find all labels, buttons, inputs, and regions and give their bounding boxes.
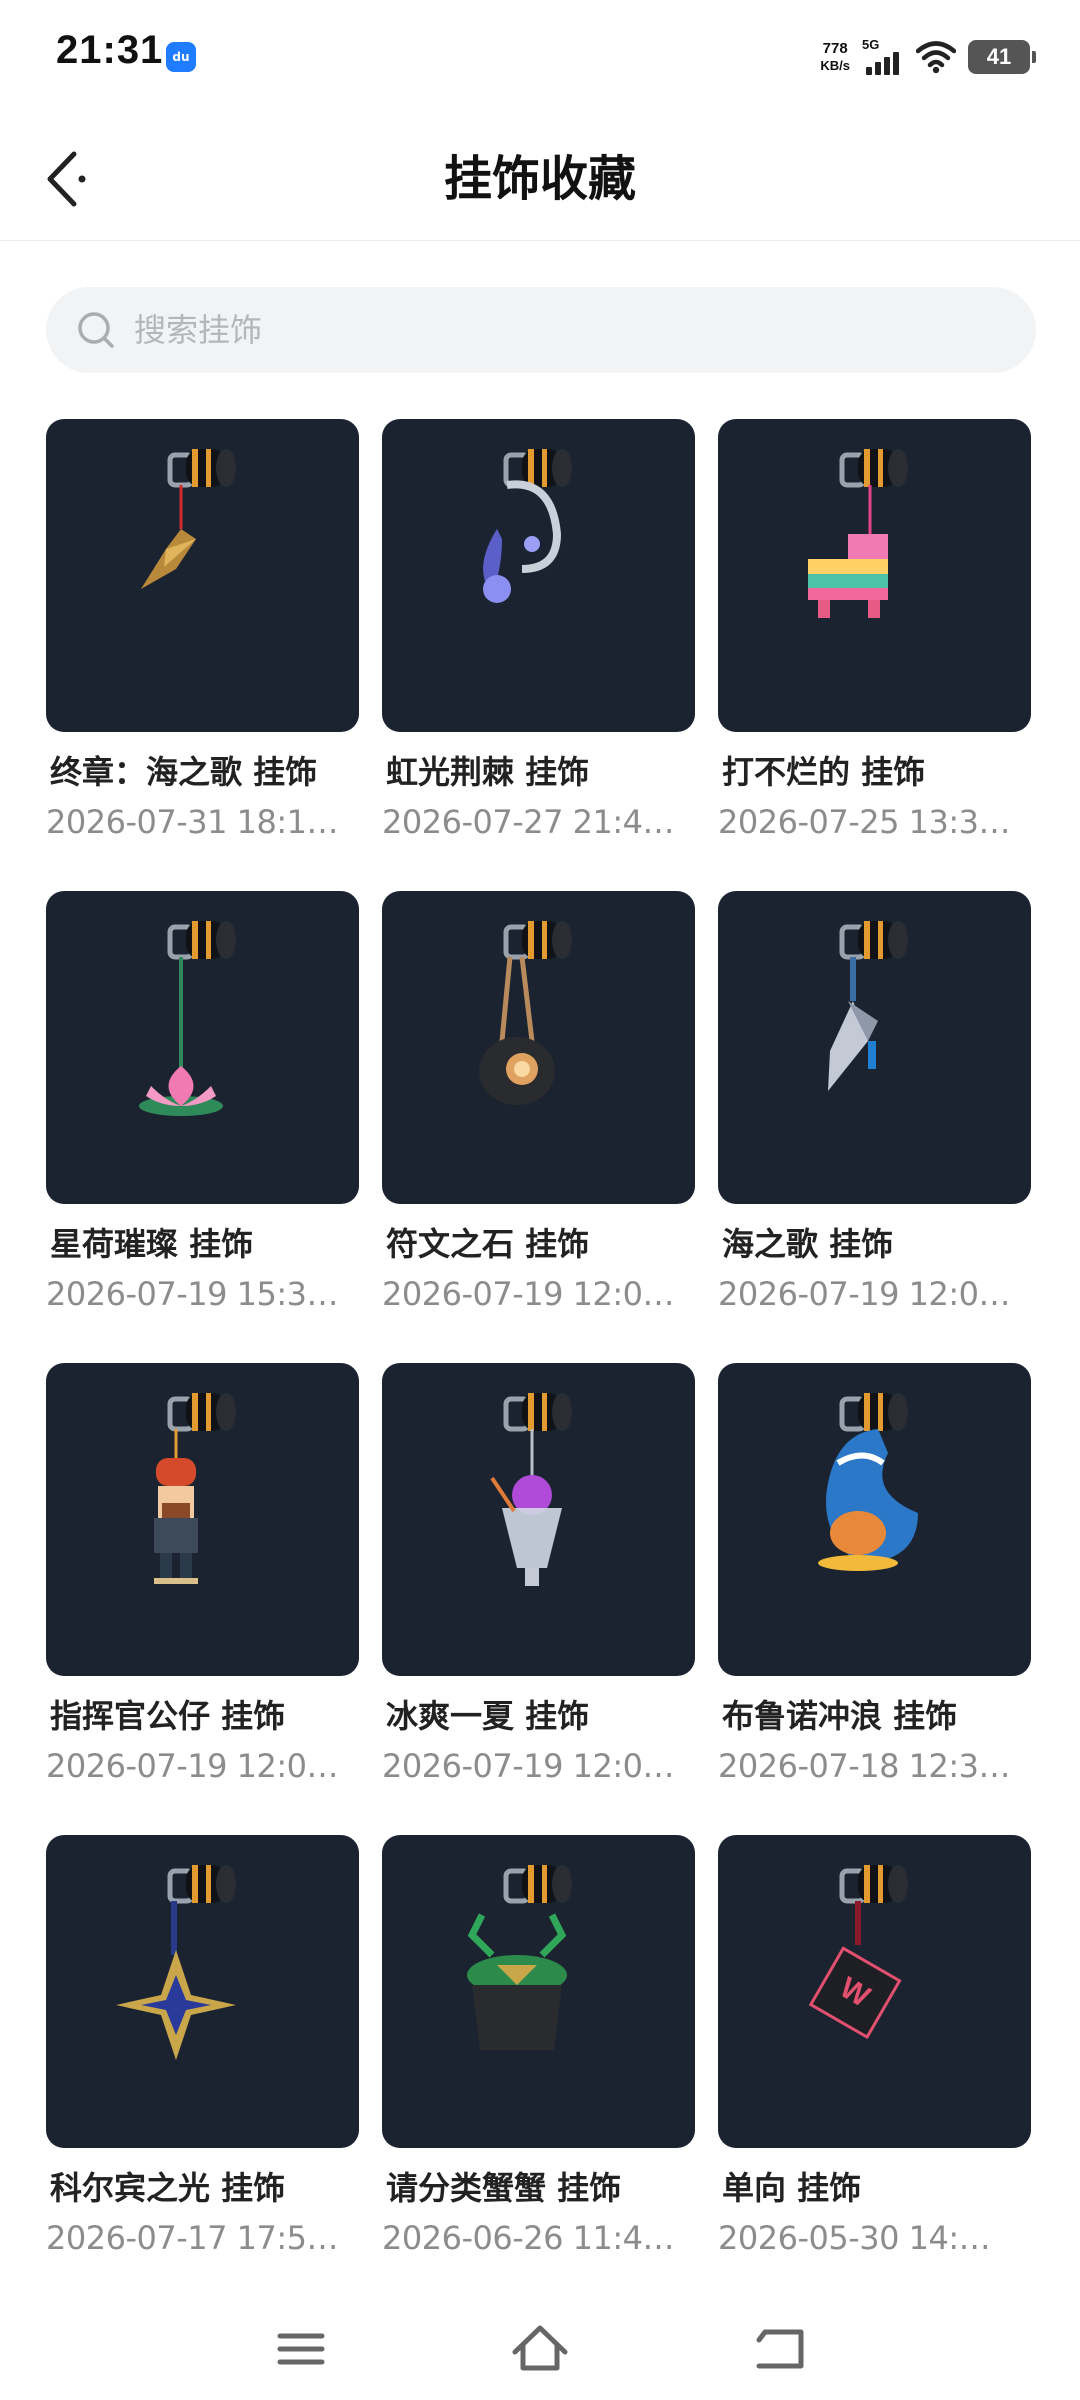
silver-thorn-charm-icon: [483, 449, 572, 603]
menu-icon: [277, 2333, 325, 2365]
charm-name: 请分类蟹蟹 挂饰: [386, 2169, 622, 2207]
charm-name: 终章：海之歌 挂饰: [50, 753, 318, 791]
charm-thumbnail[interactable]: [382, 891, 695, 1204]
charm-card[interactable]: 冰爽一夏 挂饰 2026-07-19 12:0…: [382, 1363, 695, 1835]
charm-thumbnail[interactable]: [46, 891, 359, 1204]
w-tag-charm-icon: W: [808, 1865, 908, 2040]
charm-card[interactable]: 请分类蟹蟹 挂饰 2026-06-26 11:4…: [382, 1835, 695, 2307]
charm-acquired-date: 2026-07-19 12:0…: [382, 1747, 675, 1785]
network-speed-unit: KB/s: [820, 58, 850, 73]
charm-card[interactable]: 打不烂的 挂饰 2026-07-25 13:3…: [718, 419, 1031, 891]
charm-card[interactable]: 虹光荆棘 挂饰 2026-07-27 21:4…: [382, 419, 695, 891]
golden-shell-charm-icon: [141, 449, 236, 589]
charm-card[interactable]: 终章：海之歌 挂饰 2026-07-31 18:1…: [46, 419, 359, 891]
home-icon: [512, 2325, 568, 2371]
nav-header: 挂饰收藏: [0, 120, 1080, 241]
charm-name: 海之歌 挂饰: [722, 1225, 894, 1263]
nutcracker-charm-icon: [154, 1393, 236, 1584]
charm-name: 冰爽一夏 挂饰: [386, 1697, 590, 1735]
back-nav-button[interactable]: [745, 2314, 815, 2384]
charm-acquired-date: 2026-07-19 12:0…: [382, 1275, 675, 1313]
charm-card[interactable]: 科尔宾之光 挂饰 2026-07-17 17:5…: [46, 1835, 359, 2307]
ice-cream-charm-icon: [490, 1393, 572, 1586]
search-icon: [78, 312, 114, 348]
network-speed-value: 778: [822, 40, 848, 57]
charm-thumbnail[interactable]: [46, 1835, 359, 2148]
charm-thumbnail[interactable]: [718, 891, 1031, 1204]
page-title: 挂饰收藏: [443, 151, 636, 207]
charm-name: 指挥官公仔 挂饰: [50, 1697, 286, 1735]
charm-card[interactable]: 符文之石 挂饰 2026-07-19 12:0…: [382, 891, 695, 1363]
charm-thumbnail[interactable]: [718, 1363, 1031, 1676]
charm-card[interactable]: 海之歌 挂饰 2026-07-19 12:0…: [718, 891, 1031, 1363]
charm-thumbnail[interactable]: [718, 419, 1031, 732]
charm-name: 打不烂的 挂饰: [722, 753, 926, 791]
charm-thumbnail[interactable]: W: [718, 1835, 1031, 2148]
lotus-charm-icon: [139, 921, 236, 1116]
surfing-fox-charm-icon: [818, 1393, 918, 1571]
network-speed: 778 KB/s: [820, 40, 850, 74]
charm-acquired-date: 2026-07-25 13:3…: [718, 803, 1011, 841]
charm-name: 科尔宾之光 挂饰: [50, 2169, 286, 2207]
search-bar[interactable]: [46, 287, 1036, 373]
system-nav-bar: [0, 2300, 1080, 2400]
cellular-signal-icon: 5G: [862, 37, 904, 77]
search-input[interactable]: [132, 310, 996, 350]
charm-name: 单向 挂饰: [722, 2169, 862, 2207]
wifi-icon: [916, 41, 956, 74]
charm-acquired-date: 2026-07-17 17:5…: [46, 2219, 339, 2257]
app-notification-icon: du: [166, 42, 196, 72]
charm-thumbnail[interactable]: [382, 1835, 695, 2148]
status-bar: 21:31 du 778 KB/s 5G 41: [0, 0, 1080, 110]
rune-stone-charm-icon: [479, 921, 572, 1105]
home-button[interactable]: [505, 2314, 575, 2384]
charm-thumbnail[interactable]: [46, 419, 359, 732]
charm-acquired-date: 2026-06-26 11:4…: [382, 2219, 675, 2257]
charm-acquired-date: 2026-07-31 18:1…: [46, 803, 339, 841]
pinata-llama-charm-icon: [808, 449, 908, 618]
charm-card[interactable]: W 单向 挂饰 2026-05-30 14:…: [718, 1835, 1031, 2307]
charm-name: 布鲁诺冲浪 挂饰: [722, 1697, 958, 1735]
charm-thumbnail[interactable]: [382, 419, 695, 732]
charm-acquired-date: 2026-07-19 15:3…: [46, 1275, 339, 1313]
charm-name: 符文之石 挂饰: [386, 1225, 590, 1263]
charm-card[interactable]: 布鲁诺冲浪 挂饰 2026-07-18 12:3…: [718, 1363, 1031, 1835]
charm-acquired-date: 2026-05-30 14:…: [718, 2219, 991, 2257]
status-indicators: 778 KB/s 5G 41: [820, 34, 1036, 80]
charm-grid: 终章：海之歌 挂饰 2026-07-31 18:1… 虹光荆棘 挂饰 2026-07…: [46, 419, 1036, 2307]
menu-button[interactable]: [266, 2314, 336, 2384]
charm-acquired-date: 2026-07-19 12:0…: [718, 1275, 1011, 1313]
charm-thumbnail[interactable]: [382, 1363, 695, 1676]
charm-name: 虹光荆棘 挂饰: [386, 753, 590, 791]
charm-acquired-date: 2026-07-19 12:0…: [46, 1747, 339, 1785]
charm-name: 星荷璀璨 挂饰: [50, 1225, 254, 1263]
return-icon: [756, 2329, 804, 2369]
charm-acquired-date: 2026-07-27 21:4…: [382, 803, 675, 841]
crab-bucket-charm-icon: [467, 1865, 572, 2050]
charm-thumbnail[interactable]: [46, 1363, 359, 1676]
battery-indicator: 41: [968, 40, 1036, 74]
charm-card[interactable]: 指挥官公仔 挂饰 2026-07-19 12:0…: [46, 1363, 359, 1835]
network-type: 5G: [862, 37, 880, 52]
status-time: 21:31: [56, 28, 164, 72]
charm-acquired-date: 2026-07-18 12:3…: [718, 1747, 1011, 1785]
conch-shell-charm-icon: [828, 921, 908, 1091]
charm-card[interactable]: 星荷璀璨 挂饰 2026-07-19 15:3…: [46, 891, 359, 1363]
star-gem-charm-icon: [116, 1865, 236, 2060]
